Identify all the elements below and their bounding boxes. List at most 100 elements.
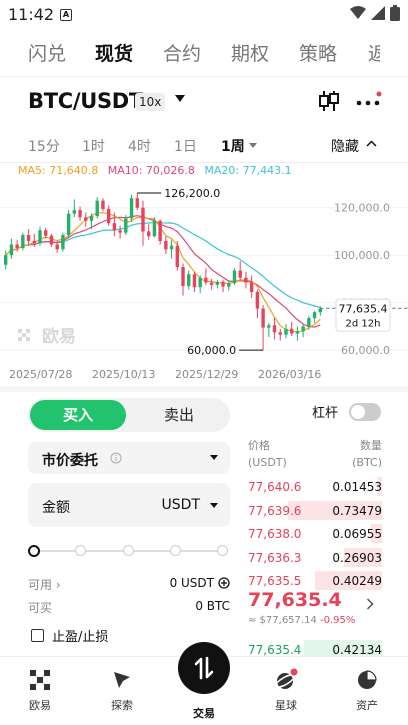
- amount-unit[interactable]: USDT: [162, 497, 200, 513]
- timeframe-4h[interactable]: 4时: [128, 136, 151, 156]
- candle-body: [244, 277, 248, 283]
- more-icon[interactable]: [356, 91, 382, 111]
- available-value: 0 USDT: [169, 576, 214, 590]
- amount-input[interactable]: 金额 USDT: [28, 483, 230, 527]
- timeframe-1w[interactable]: 1周: [221, 136, 245, 156]
- candle-body: [295, 331, 300, 334]
- candle-body: [164, 240, 168, 250]
- tab-strategy[interactable]: 策略: [299, 39, 337, 66]
- nav-okx[interactable]: 欧易: [10, 667, 70, 713]
- qty-header: 数量 (BTC): [352, 439, 382, 469]
- ask-qty: 0.26903: [332, 550, 382, 565]
- amount-slider[interactable]: [28, 544, 228, 558]
- low-price-label: 60,000.0: [187, 344, 236, 357]
- ma5-label: MA5: 71,640.8: [18, 164, 99, 177]
- available-label[interactable]: 可用 ›: [28, 576, 61, 593]
- y-tick-label: 120,000.0: [334, 202, 390, 215]
- tab-spot[interactable]: 现货: [95, 39, 133, 66]
- pie-chart-icon: [358, 670, 377, 689]
- chevron-right-icon[interactable]: [366, 598, 374, 610]
- ask-qty: 0.01453: [332, 480, 382, 494]
- ma10-label: MA10: 70,026.8: [107, 164, 195, 177]
- candle-body: [312, 312, 317, 319]
- last-price-usd: ≈ $77,657.14: [248, 615, 317, 626]
- nav-assets[interactable]: 资产: [337, 667, 397, 713]
- last-price-sub: ≈ $77,657.14 -0.95%: [248, 615, 355, 626]
- pair-symbol[interactable]: BTC/USDT: [28, 89, 143, 113]
- ma5-line: [5, 212, 321, 333]
- slider-step[interactable]: [217, 545, 228, 556]
- slider-step[interactable]: [123, 545, 134, 556]
- nav-explore[interactable]: 探索: [92, 667, 152, 713]
- caret-down-icon[interactable]: [175, 95, 185, 102]
- tab-futures[interactable]: 合约: [163, 39, 201, 66]
- candle-body: [158, 220, 162, 241]
- buy-tab[interactable]: 买入: [30, 400, 126, 430]
- ask-qty: 0.40249: [332, 574, 382, 589]
- sell-tab[interactable]: 卖出: [130, 400, 228, 430]
- high-price-label: 126,200.0: [164, 187, 220, 200]
- x-axis: 2025/07/28 2025/10/13 2025/12/29 2026/03…: [0, 366, 408, 384]
- candlestick-icon[interactable]: [318, 90, 340, 112]
- ask-qty: 0.73479: [332, 503, 382, 518]
- top-nav: 闪兑 现货 合约 期权 策略 返: [0, 36, 408, 72]
- order-type-select[interactable]: 市价委托: [28, 442, 230, 474]
- add-funds-icon[interactable]: [218, 577, 230, 589]
- candle-body: [147, 231, 151, 237]
- toggle-knob: [351, 405, 365, 419]
- ask-row[interactable]: 77,636.3 0.26903: [248, 547, 382, 568]
- tab-more[interactable]: 返: [368, 39, 380, 66]
- checkbox-icon[interactable]: [31, 629, 44, 642]
- candle-body: [49, 235, 54, 245]
- chevron-up-icon[interactable]: [366, 140, 377, 147]
- battery-icon: [390, 5, 400, 21]
- candle-body: [249, 282, 254, 292]
- signal-icon: [371, 6, 385, 20]
- hide-chart-button[interactable]: 隐藏: [331, 136, 359, 156]
- buyable-label: 可买: [28, 601, 53, 615]
- caret-down-icon[interactable]: [249, 143, 257, 148]
- status-icons: [350, 5, 400, 21]
- candle-body: [106, 208, 111, 224]
- candle-body: [227, 283, 231, 287]
- trade-button[interactable]: [178, 642, 230, 694]
- order-type-value: 市价委托: [42, 453, 98, 469]
- timeframe-15m[interactable]: 15分: [28, 136, 60, 156]
- candle-body: [261, 308, 265, 328]
- ask-price: 77,635.5: [248, 574, 302, 589]
- candle-body: [66, 213, 71, 236]
- nav-trade[interactable]: 交易: [174, 705, 234, 721]
- ma20-line: [5, 221, 321, 308]
- caret-down-icon[interactable]: [210, 503, 218, 508]
- nav-planet[interactable]: 星球: [256, 667, 316, 713]
- slider-step[interactable]: [170, 545, 181, 556]
- tab-options[interactable]: 期权: [231, 39, 269, 66]
- pair-header: BTC/USDT 10x: [0, 84, 408, 120]
- candle-body: [169, 245, 174, 250]
- candle-body: [84, 217, 88, 221]
- candlestick-chart[interactable]: 120,000.0100,000.080,000.060,000.0欧易126,…: [0, 180, 408, 366]
- candle-body: [204, 277, 208, 283]
- candle-body: [95, 200, 99, 217]
- candle-body: [89, 216, 94, 221]
- tpsl-checkbox[interactable]: 止盈/止损: [31, 626, 108, 645]
- ask-row[interactable]: 77,639.6 0.73479: [248, 500, 382, 521]
- slider-step[interactable]: [75, 545, 86, 556]
- timeframe-1h[interactable]: 1时: [82, 136, 105, 156]
- leverage-toggle[interactable]: [349, 403, 381, 421]
- price-change: -0.95%: [320, 615, 356, 626]
- candle-body: [175, 245, 179, 268]
- ask-row[interactable]: 77,638.0 0.06955: [248, 524, 382, 544]
- candle-body: [209, 282, 214, 285]
- candle-body: [278, 332, 282, 335]
- timeframe-1d[interactable]: 1日: [174, 136, 197, 156]
- buy-sell-switch: 买入 卖出: [28, 398, 230, 432]
- tab-convert[interactable]: 闪兑: [28, 39, 66, 66]
- ask-row[interactable]: 77,640.6 0.01453: [248, 477, 382, 497]
- watermark-text: 欧易: [42, 326, 76, 347]
- current-price-label: 77,635.4: [339, 302, 388, 315]
- candle-body: [9, 244, 14, 256]
- slider-handle[interactable]: [28, 545, 40, 557]
- info-icon[interactable]: [110, 452, 122, 464]
- tpsl-label: 止盈/止损: [52, 630, 109, 645]
